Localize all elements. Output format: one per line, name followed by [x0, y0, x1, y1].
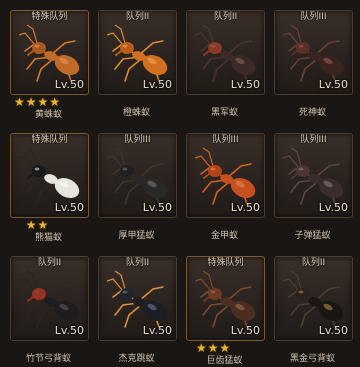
level-label: Lv.50: [142, 78, 172, 91]
ant-card[interactable]: 特殊队列 Lv.50: [10, 133, 89, 218]
tier-label: 队列III: [300, 12, 327, 22]
tier-label: 队列II: [301, 258, 326, 268]
tier-label: 特殊队列: [207, 258, 244, 268]
ant-card[interactable]: 队列III Lv.50: [98, 133, 177, 218]
tier-label: 队列II: [37, 258, 62, 268]
ant-name: 黑军蚁: [210, 108, 238, 118]
ant-card[interactable]: 特殊队列 Lv.50: [186, 256, 265, 341]
ant-name: 厚甲猛蚁: [118, 231, 155, 241]
ant-name: 橙蛛蚁: [122, 108, 150, 118]
tier-label: 队列II: [125, 12, 150, 22]
ant-card[interactable]: 队列II Lv.50: [186, 10, 265, 95]
ant-roster-grid: 特殊队列 Lv.50 ★★★★ 黄蛛蚁 队列II Lv.50 橙蛛蚁 队列II Lv.50 黑军蚁…: [0, 0, 360, 366]
star-rating: ★★★: [195, 341, 232, 355]
level-label: Lv.50: [54, 324, 84, 337]
tier-label: 特殊队列: [31, 12, 68, 22]
level-label: Lv.50: [230, 78, 260, 91]
tier-label: 队列III: [300, 135, 327, 145]
tier-label: 队列III: [212, 135, 239, 145]
tier-label: 特殊队列: [31, 135, 68, 145]
ant-card[interactable]: 队列III Lv.50: [274, 133, 353, 218]
ant-card[interactable]: 队列III Lv.50: [186, 133, 265, 218]
star-rating: ★★: [25, 218, 50, 232]
ant-name: 竹节弓背蚁: [25, 354, 71, 364]
level-label: Lv.50: [230, 201, 260, 214]
tier-label: 队列II: [213, 12, 238, 22]
ant-card[interactable]: 特殊队列 Lv.50: [10, 10, 89, 95]
level-label: Lv.50: [142, 201, 172, 214]
ant-name: 黑金弓背蚁: [289, 354, 335, 364]
level-label: Lv.50: [230, 324, 260, 337]
ant-card[interactable]: 队列II Lv.50: [10, 256, 89, 341]
level-label: Lv.50: [54, 78, 84, 91]
ant-name: 杰克跳蚁: [118, 354, 155, 364]
ant-card[interactable]: 队列III Lv.50: [274, 10, 353, 95]
ant-name: 子弹猛蚁: [294, 231, 331, 241]
level-label: Lv.50: [318, 201, 348, 214]
ant-card[interactable]: 队列II Lv.50: [274, 256, 353, 341]
level-label: Lv.50: [318, 78, 348, 91]
ant-name: 巨齿猛蚁: [206, 356, 243, 366]
ant-card[interactable]: 队列II Lv.50: [98, 10, 177, 95]
ant-name: 死神蚁: [298, 108, 326, 118]
ant-card[interactable]: 队列II Lv.50: [98, 256, 177, 341]
level-label: Lv.50: [318, 324, 348, 337]
level-label: Lv.50: [54, 201, 84, 214]
ant-name: 熊猫蚁: [34, 233, 62, 243]
star-rating: ★★★★: [13, 95, 62, 109]
ant-name: 金甲蚁: [210, 231, 238, 241]
ant-name: 黄蛛蚁: [34, 110, 62, 120]
tier-label: 队列III: [124, 135, 151, 145]
level-label: Lv.50: [142, 324, 172, 337]
tier-label: 队列II: [125, 258, 150, 268]
